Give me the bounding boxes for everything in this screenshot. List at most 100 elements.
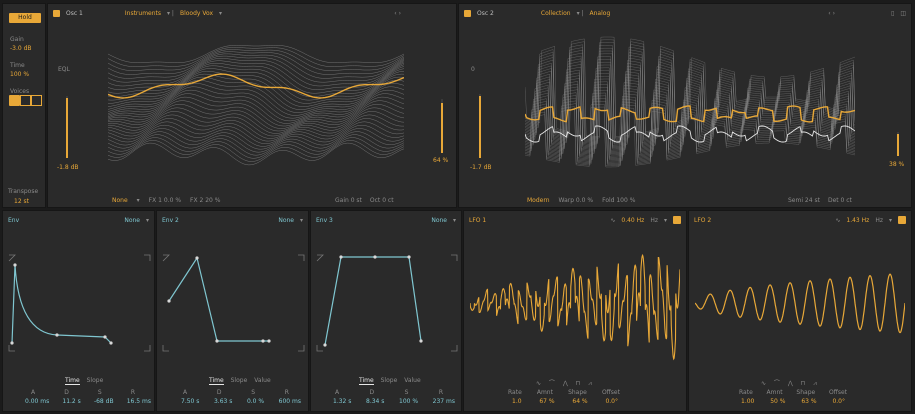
env1-attack[interactable]: 0.00 ms: [25, 398, 49, 405]
env2-decay[interactable]: 3.63 s: [214, 398, 232, 405]
osc1-wave-layer: [108, 45, 404, 63]
osc2-mode[interactable]: Modern: [527, 197, 550, 204]
chevron-down-icon[interactable]: ▾: [300, 217, 303, 224]
env3-tab-time[interactable]: Time: [359, 377, 374, 385]
osc1-level-value[interactable]: -1.8 dB: [57, 164, 79, 171]
env3-tab-value[interactable]: Value: [404, 377, 420, 384]
env3-decay[interactable]: 8.34 s: [366, 398, 384, 405]
chevron-down-icon[interactable]: ▾ |: [577, 10, 584, 17]
lfo1-rate-top[interactable]: 0.40 Hz: [621, 217, 644, 224]
prev-next-arrows-icon[interactable]: ‹ ›: [394, 10, 401, 17]
sync-icon[interactable]: ∿: [835, 217, 840, 224]
chevron-down-icon[interactable]: ▾: [664, 217, 667, 224]
osc2-source[interactable]: Collection: [541, 10, 571, 17]
envelope-node: [339, 255, 343, 259]
env2-tab-value[interactable]: Value: [254, 377, 270, 384]
osc1-source[interactable]: Instruments: [125, 10, 161, 17]
osc2-right-slider[interactable]: [897, 132, 899, 156]
env1-tab-slope[interactable]: Slope: [87, 377, 104, 384]
voice-mode-2[interactable]: [20, 95, 31, 106]
osc1-title: Osc 1: [66, 9, 83, 17]
env1-release[interactable]: 16.5 ms: [127, 398, 151, 405]
lfo2-rate[interactable]: 1.00: [741, 398, 754, 405]
chevron-down-icon[interactable]: ▾: [219, 10, 222, 17]
transpose-value[interactable]: 12 st: [14, 198, 29, 205]
settings-icon[interactable]: ◫: [900, 10, 906, 17]
osc1-wavetable-display[interactable]: [108, 44, 404, 174]
voices-selector[interactable]: [9, 95, 43, 106]
voice-mode-3[interactable]: [31, 95, 42, 106]
retrigger-icon[interactable]: Hz: [875, 217, 883, 224]
osc2-level-value[interactable]: -1.7 dB: [470, 164, 492, 171]
osc2-det[interactable]: Det 0 ct: [828, 197, 852, 204]
env3-attack[interactable]: 1.32 s: [333, 398, 351, 405]
env2-sustain[interactable]: 0.0 %: [247, 398, 264, 405]
osc1-oct[interactable]: Oct 0 ct: [370, 197, 394, 204]
env2-graph[interactable]: [161, 253, 306, 353]
env3-tab-slope[interactable]: Slope: [381, 377, 398, 384]
lfo1-enable-toggle[interactable]: [673, 216, 681, 224]
chevron-down-icon[interactable]: ▾ |: [167, 10, 174, 17]
chevron-down-icon[interactable]: ▾: [453, 217, 456, 224]
lfo2-waveform[interactable]: [695, 251, 905, 371]
env3-release[interactable]: 237 ms: [433, 398, 455, 405]
osc1-right-slider[interactable]: [441, 99, 443, 153]
osc2-level-slider[interactable]: [479, 94, 481, 158]
lfo2-shape[interactable]: 63 %: [801, 398, 816, 405]
chevron-down-icon[interactable]: ▾: [889, 217, 892, 224]
save-icon[interactable]: ▯: [891, 10, 894, 17]
env3-graph[interactable]: [315, 253, 459, 353]
lfo1-shape-selector[interactable]: ∿ ⌒ ⋀ ⊓ ⩘: [536, 378, 595, 388]
env2-tab-time[interactable]: Time: [209, 377, 224, 385]
voice-mode-1[interactable]: [9, 95, 20, 106]
env1-tab-time[interactable]: Time: [65, 377, 80, 385]
env2-release[interactable]: 600 ms: [279, 398, 301, 405]
osc1-right-value[interactable]: 64 %: [433, 157, 448, 164]
lfo1-waveform[interactable]: [470, 251, 680, 371]
osc2-semi[interactable]: Semi 24 st: [788, 197, 820, 204]
env1-graph[interactable]: [7, 253, 152, 353]
env1-mode[interactable]: None: [124, 217, 140, 224]
osc1-gain[interactable]: Gain 0 st: [335, 197, 362, 204]
osc2-enable-toggle[interactable]: [464, 9, 471, 17]
osc2-wavetable-display[interactable]: [525, 32, 855, 192]
prev-next-arrows-icon[interactable]: ‹ ›: [828, 10, 835, 17]
env2-tab-slope[interactable]: Slope: [231, 377, 248, 384]
osc2-right-value[interactable]: 38 %: [889, 161, 904, 168]
retrigger-icon[interactable]: Hz: [650, 217, 658, 224]
lfo1-rate[interactable]: 1.0: [512, 398, 522, 405]
env2-attack[interactable]: 7.50 s: [181, 398, 199, 405]
env3-mode[interactable]: None: [431, 217, 447, 224]
env1-decay[interactable]: 11.2 s: [62, 398, 80, 405]
osc1-wave-layer: [108, 128, 404, 150]
chevron-down-icon[interactable]: ▾: [137, 197, 140, 204]
osc1-level-slider[interactable]: [66, 96, 68, 158]
chevron-down-icon[interactable]: ▾: [146, 217, 149, 224]
env1-sustain[interactable]: -68 dB: [94, 398, 114, 405]
osc1-preset[interactable]: Bloody Vox: [180, 10, 213, 17]
env2-mode[interactable]: None: [278, 217, 294, 224]
osc2-fold[interactable]: Fold 100 %: [602, 197, 635, 204]
lfo2-shape-selector[interactable]: ∿ ⌒ ⋀ ⊓ ⩘: [761, 378, 820, 388]
lfo2-rate-top[interactable]: 1.43 Hz: [846, 217, 869, 224]
sync-icon[interactable]: ∿: [610, 217, 615, 224]
osc2-warp[interactable]: Warp 0.0 %: [559, 197, 594, 204]
osc1-enable-toggle[interactable]: [53, 9, 60, 17]
hold-button[interactable]: Hold: [9, 13, 41, 23]
envelope-node: [267, 339, 271, 343]
osc1-wave-layer: [108, 131, 404, 153]
lfo2-amount[interactable]: 50 %: [770, 398, 785, 405]
time-value[interactable]: 100 %: [10, 71, 29, 78]
osc1-fx1[interactable]: FX 1 0.0 %: [149, 197, 181, 204]
lfo2-enable-toggle[interactable]: [898, 216, 906, 224]
env3-sustain[interactable]: 100 %: [399, 398, 418, 405]
osc1-mode[interactable]: None: [112, 197, 128, 204]
lfo1-amount[interactable]: 67 %: [539, 398, 554, 405]
lfo2-offset[interactable]: 0.0°: [832, 398, 845, 405]
lfo1-offset[interactable]: 0.0°: [605, 398, 618, 405]
lfo1-shape[interactable]: 64 %: [572, 398, 587, 405]
gain-value[interactable]: -3.0 dB: [10, 45, 32, 52]
osc2-preset[interactable]: Analog: [590, 10, 611, 17]
env3-title: Env 3: [316, 216, 333, 224]
osc1-fx2[interactable]: FX 2 20 %: [190, 197, 220, 204]
